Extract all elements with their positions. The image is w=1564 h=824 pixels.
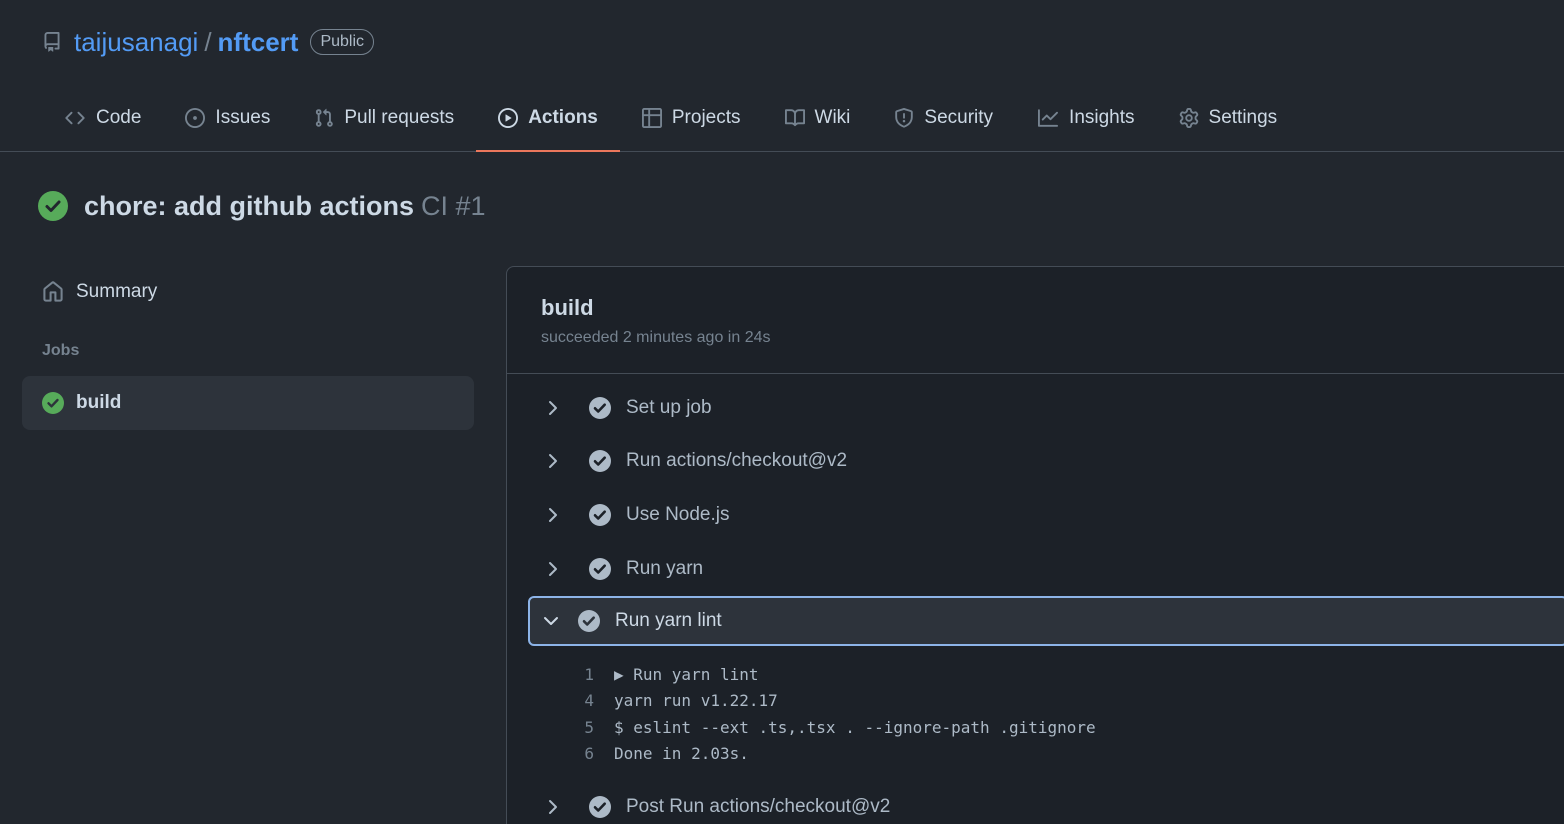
success-check-icon	[42, 392, 64, 414]
chevron-right-icon	[542, 799, 564, 815]
tab-wiki-label: Wiki	[814, 107, 851, 128]
play-icon	[498, 108, 519, 128]
success-check-icon	[38, 191, 68, 221]
tab-pull-requests-label: Pull requests	[344, 107, 455, 128]
chevron-right-icon	[542, 561, 564, 577]
step-label: Run actions/checkout@v2	[626, 450, 848, 471]
log-line: 5 $ eslint --ext .ts,.tsx . --ignore-pat…	[564, 714, 1096, 741]
book-icon	[784, 109, 805, 127]
log-line-number[interactable]: 6	[564, 744, 594, 763]
log-line-number[interactable]: 1	[564, 665, 594, 684]
graph-icon	[1038, 109, 1059, 127]
chevron-right-icon	[542, 453, 564, 469]
sidebar-job-build[interactable]: build	[22, 376, 474, 430]
log-line: 1 ▶ Run yarn lint	[564, 661, 1096, 688]
tab-projects[interactable]: Projects	[620, 90, 763, 146]
run-sidebar: Summary Jobs build	[22, 266, 474, 430]
tab-code-label: Code	[96, 107, 142, 128]
step-label: Post Run actions/checkout@v2	[626, 796, 891, 817]
log-line-text: Done in 2.03s.	[614, 744, 749, 764]
tab-projects-label: Projects	[671, 107, 741, 128]
issue-icon	[185, 108, 206, 128]
repo-separator: /	[204, 26, 212, 57]
tab-wiki[interactable]: Wiki	[763, 90, 873, 146]
step-run-yarn-lint[interactable]: Run yarn lint	[528, 596, 1564, 646]
repo-icon	[42, 31, 64, 53]
tab-insights[interactable]: Insights	[1015, 90, 1156, 146]
chevron-right-icon	[542, 400, 564, 416]
step-check-icon	[589, 450, 611, 472]
step-log: 1 ▶ Run yarn lint 4 yarn run v1.22.17 5 …	[564, 661, 1096, 768]
tab-security-label: Security	[924, 107, 994, 128]
log-line-text[interactable]: ▶ Run yarn lint	[614, 665, 759, 684]
jobs-heading: Jobs	[42, 342, 80, 359]
repo-nav-tabs: Code Issues Pull requests Actions Projec…	[42, 90, 1299, 152]
summary-link[interactable]: Summary	[22, 266, 474, 318]
chevron-right-icon	[542, 507, 564, 523]
tab-settings-label: Settings	[1208, 107, 1278, 128]
summary-label: Summary	[76, 281, 158, 302]
tab-insights-label: Insights	[1069, 107, 1135, 128]
job-meta: succeeded 2 minutes ago in 24s	[541, 329, 771, 346]
job-name: build	[541, 295, 594, 320]
repo-owner-link[interactable]: taijusanagi	[74, 27, 198, 58]
pull-request-icon	[316, 108, 334, 127]
step-use-nodejs[interactable]: Use Node.js	[530, 490, 1564, 540]
tab-pull-requests[interactable]: Pull requests	[292, 90, 476, 146]
tab-code[interactable]: Code	[42, 90, 163, 146]
step-label: Use Node.js	[626, 504, 730, 525]
chevron-down-icon	[540, 615, 562, 627]
sidebar-job-label: build	[76, 392, 122, 413]
tab-issues-label: Issues	[215, 107, 271, 128]
step-post-run-actions-checkout[interactable]: Post Run actions/checkout@v2	[530, 782, 1564, 824]
shield-icon	[895, 108, 914, 128]
step-set-up-job[interactable]: Set up job	[530, 383, 1564, 433]
tab-issues[interactable]: Issues	[163, 90, 292, 146]
run-title: chore: add github actions CI #1	[38, 188, 486, 224]
step-label: Set up job	[626, 397, 712, 418]
table-icon	[641, 108, 662, 128]
run-title-text: chore: add github actions	[84, 190, 415, 221]
repo-title: taijusanagi / nftcert Public	[42, 26, 375, 58]
log-line-text: yarn run v1.22.17	[614, 691, 778, 711]
workflow-run-label: CI #1	[421, 190, 486, 221]
step-check-icon	[589, 504, 611, 526]
log-line-number[interactable]: 5	[564, 718, 594, 737]
home-icon	[43, 281, 63, 302]
job-header: build succeeded 2 minutes ago in 24s	[507, 267, 1564, 374]
tab-actions[interactable]: Actions	[476, 90, 620, 152]
log-line-text: $ eslint --ext .ts,.tsx . --ignore-path …	[614, 717, 1096, 737]
code-icon	[65, 111, 85, 125]
repo-header: taijusanagi / nftcert Public Code Issues…	[0, 0, 1564, 152]
log-line: 4 yarn run v1.22.17	[564, 688, 1096, 715]
repo-name-link[interactable]: nftcert	[218, 27, 299, 58]
step-check-icon	[589, 397, 611, 419]
tab-security[interactable]: Security	[872, 90, 1015, 146]
step-check-icon	[589, 796, 611, 818]
log-line: 6 Done in 2.03s.	[564, 741, 1096, 768]
step-check-icon	[578, 610, 600, 632]
tab-actions-label: Actions	[528, 107, 598, 128]
gear-icon	[1179, 108, 1198, 128]
step-run-yarn[interactable]: Run yarn	[530, 544, 1564, 594]
visibility-badge: Public	[310, 29, 375, 55]
tab-settings[interactable]: Settings	[1157, 90, 1300, 146]
step-check-icon	[589, 558, 611, 580]
step-run-actions-checkout[interactable]: Run actions/checkout@v2	[530, 436, 1564, 486]
log-line-number[interactable]: 4	[564, 691, 594, 710]
step-label: Run yarn	[626, 558, 704, 579]
step-label: Run yarn lint	[615, 610, 722, 631]
